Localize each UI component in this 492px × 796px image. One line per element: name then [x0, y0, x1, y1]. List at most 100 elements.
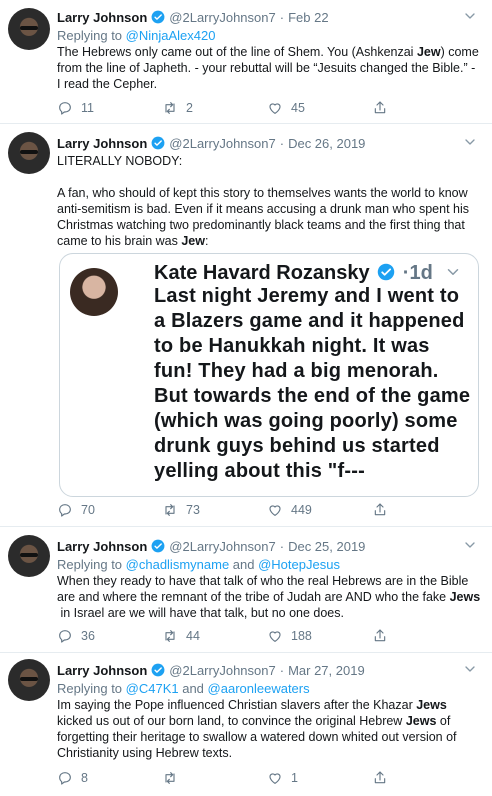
author-handle[interactable]: @2LarryJohnson7 — [169, 136, 275, 151]
chevron-down-icon — [444, 263, 462, 281]
mention-link[interactable]: @chadlismyname — [126, 557, 230, 572]
separator-dot: · — [279, 662, 285, 678]
mention-link[interactable]: @HotepJesus — [258, 557, 340, 572]
reply-button[interactable]: 8 — [57, 769, 162, 787]
tweet-header: Larry Johnson @2LarryJohnson7 · Mar 27, … — [57, 661, 482, 679]
text-part: Im saying the Pope influenced Christian … — [57, 698, 417, 712]
author-handle[interactable]: @2LarryJohnson7 — [169, 539, 275, 554]
reply-icon — [57, 628, 73, 644]
tweet[interactable]: Larry Johnson @2LarryJohnson7 · Dec 26, … — [0, 124, 492, 527]
quoted-header: Kate Havard Rozansky ·1d — [154, 262, 462, 285]
reply-icon — [57, 502, 73, 518]
chevron-down-icon[interactable] — [462, 8, 478, 24]
mention-link[interactable]: @NinjaAlex420 — [126, 28, 216, 43]
like-button[interactable]: 188 — [267, 627, 372, 645]
like-button[interactable]: 449 — [267, 501, 372, 519]
reply-button[interactable]: 11 — [57, 99, 162, 117]
share-button[interactable] — [372, 769, 477, 787]
highlight-word: Jew — [181, 234, 205, 248]
chevron-down-icon[interactable] — [462, 134, 478, 150]
tweet[interactable]: Larry Johnson @2LarryJohnson7 · Dec 25, … — [0, 527, 492, 653]
share-icon — [372, 628, 388, 644]
share-button[interactable] — [372, 501, 477, 519]
like-icon — [267, 770, 283, 786]
like-icon — [267, 100, 283, 116]
tweet-actions: 36 44 188 — [57, 627, 477, 645]
tweet-date[interactable]: Dec 26, 2019 — [288, 136, 365, 151]
like-button[interactable]: 1 — [267, 769, 372, 787]
tweet-date[interactable]: Mar 27, 2019 — [288, 663, 365, 678]
tweet[interactable]: Larry Johnson @2LarryJohnson7 · Feb 22 R… — [0, 0, 492, 124]
text-part: When they ready to have that talk of who… — [57, 574, 472, 604]
like-button[interactable]: 45 — [267, 99, 372, 117]
reply-prefix: Replying to — [57, 681, 126, 696]
verified-badge-icon — [151, 136, 165, 150]
quoted-tweet-card[interactable]: Kate Havard Rozansky ·1d Last night Jere… — [59, 253, 479, 497]
verified-badge-icon — [151, 663, 165, 677]
highlight-word: Jews — [416, 698, 447, 712]
retweet-button[interactable]: 44 — [162, 627, 267, 645]
quoted-age: 1d — [409, 262, 433, 284]
reply-count: 70 — [81, 503, 95, 517]
author-name[interactable]: Larry Johnson — [57, 10, 147, 25]
like-icon — [267, 628, 283, 644]
tweet-date[interactable]: Feb 22 — [288, 10, 328, 25]
separator-dot: · — [279, 135, 285, 151]
tweet-text: Im saying the Pope influenced Christian … — [57, 697, 482, 761]
avatar[interactable] — [8, 132, 50, 174]
reply-and: and — [229, 557, 259, 572]
retweet-button[interactable]: 2 — [162, 99, 267, 117]
chevron-down-icon[interactable] — [462, 661, 478, 677]
avatar[interactable] — [8, 659, 50, 701]
share-button[interactable] — [372, 99, 477, 117]
tweet-header: Larry Johnson @2LarryJohnson7 · Feb 22 — [57, 8, 482, 26]
reply-prefix: Replying to — [57, 557, 126, 572]
author-name[interactable]: Larry Johnson — [57, 136, 147, 151]
share-icon — [372, 502, 388, 518]
retweet-button[interactable] — [162, 769, 267, 787]
author-name[interactable]: Larry Johnson — [57, 539, 147, 554]
text-part: LITERALLY NOBODY: A fan, who should of k… — [57, 154, 469, 248]
reply-button[interactable]: 70 — [57, 501, 162, 519]
retweet-count: 44 — [186, 629, 200, 643]
reply-context: Replying to @NinjaAlex420 — [57, 28, 482, 43]
text-part: The Hebrews only came out of the line of… — [57, 45, 417, 59]
reply-count: 36 — [81, 629, 95, 643]
like-count: 1 — [291, 771, 298, 785]
highlight-word: Jews — [405, 714, 437, 728]
verified-badge-icon — [151, 539, 165, 553]
tweet[interactable]: Larry Johnson @2LarryJohnson7 · Mar 27, … — [0, 653, 492, 796]
like-count: 188 — [291, 629, 312, 643]
like-count: 449 — [291, 503, 312, 517]
avatar[interactable] — [8, 535, 50, 577]
author-name[interactable]: Larry Johnson — [57, 663, 147, 678]
reply-prefix: Replying to — [57, 28, 126, 43]
reply-count: 11 — [81, 101, 94, 115]
like-count: 45 — [291, 101, 305, 115]
tweet-header: Larry Johnson @2LarryJohnson7 · Dec 26, … — [57, 134, 482, 152]
tweet-date[interactable]: Dec 25, 2019 — [288, 539, 365, 554]
separator-dot: · — [279, 538, 285, 554]
chevron-down-icon[interactable] — [462, 537, 478, 553]
mention-link[interactable]: @aaronleewaters — [208, 681, 310, 696]
reply-icon — [57, 100, 73, 116]
tweet-text: The Hebrews only came out of the line of… — [57, 44, 482, 92]
like-icon — [267, 502, 283, 518]
retweet-count: 73 — [186, 503, 200, 517]
text-part: in Israel are we will have that talk, bu… — [60, 606, 344, 620]
tweet-header: Larry Johnson @2LarryJohnson7 · Dec 25, … — [57, 537, 482, 555]
author-handle[interactable]: @2LarryJohnson7 — [169, 663, 275, 678]
retweet-icon — [162, 502, 178, 518]
reply-and: and — [178, 681, 208, 696]
highlight-word: Jew — [416, 45, 441, 59]
reply-button[interactable]: 36 — [57, 627, 162, 645]
retweet-button[interactable]: 73 — [162, 501, 267, 519]
mention-link[interactable]: @C47K1 — [126, 681, 179, 696]
tweet-actions: 8 1 — [57, 769, 477, 787]
verified-badge-icon — [151, 10, 165, 24]
highlight-word: Jews — [449, 590, 481, 604]
avatar[interactable] — [8, 8, 50, 50]
verified-badge-icon — [377, 263, 395, 281]
author-handle[interactable]: @2LarryJohnson7 — [169, 10, 275, 25]
share-button[interactable] — [372, 627, 477, 645]
